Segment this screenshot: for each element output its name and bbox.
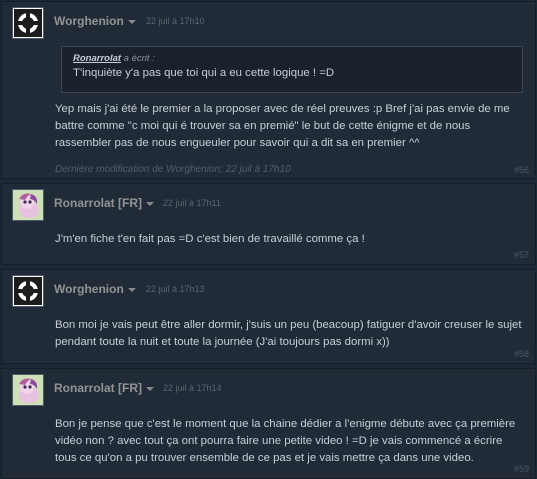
post-body: Yep mais j'ai été le premier a la propos… — [55, 103, 510, 149]
forum-post: Ronarrolat [FR] 22 juil à 17h14 Bon je p… — [1, 368, 536, 479]
pony-avatar-icon — [13, 375, 43, 405]
quote-text: T'inquiète y'a pas que toi qui a eu cett… — [73, 67, 335, 79]
post-timestamp: 22 juil à 17h11 — [163, 198, 221, 208]
post-body: Bon je pense que c'est le moment que la … — [55, 418, 516, 464]
post-body: J'm'en fiche t'en fait pas =D c'est bien… — [55, 233, 365, 245]
quote-author[interactable]: Ronarrolat — [73, 53, 121, 64]
author-name[interactable]: Worghenion — [54, 282, 124, 296]
edit-notice: Dernière modification de Worghenion; 22 … — [55, 164, 291, 175]
post-author[interactable]: Ronarrolat [FR] — [54, 381, 154, 395]
quote-block: Ronarrolat a écrit : T'inquiète y'a pas … — [61, 46, 523, 93]
post-body: Bon moi je vais peut être aller dormir, … — [55, 319, 522, 348]
author-name[interactable]: Ronarrolat [FR] — [54, 381, 142, 395]
chevron-down-icon[interactable] — [146, 386, 154, 391]
author-name[interactable]: Ronarrolat [FR] — [54, 196, 142, 210]
quote-suffix: a écrit : — [121, 53, 155, 64]
forum-post: Worghenion 22 juil à 17h10 Ronarrolat a … — [1, 1, 536, 179]
post-timestamp: 22 juil à 17h13 — [146, 284, 205, 294]
quote-header: Ronarrolat a écrit : — [73, 52, 511, 65]
post-timestamp: 22 juil à 17h14 — [163, 383, 222, 393]
companion-cube-icon — [14, 277, 42, 305]
companion-cube-icon — [14, 9, 42, 37]
avatar[interactable] — [12, 7, 44, 39]
forum-post: Ronarrolat [FR] 22 juil à 17h11 J'm'en f… — [1, 183, 536, 265]
avatar[interactable] — [12, 275, 44, 307]
post-number[interactable]: #56 — [514, 165, 529, 175]
post-author[interactable]: Worghenion — [54, 282, 136, 296]
post-number[interactable]: #59 — [514, 464, 529, 474]
pony-avatar-icon — [13, 190, 43, 220]
post-author[interactable]: Ronarrolat [FR] — [54, 196, 154, 210]
author-name[interactable]: Worghenion — [54, 14, 124, 28]
avatar[interactable] — [12, 374, 44, 406]
forum-post: Worghenion 22 juil à 17h13 Bon moi je va… — [1, 269, 536, 364]
post-number[interactable]: #58 — [514, 349, 529, 359]
chevron-down-icon[interactable] — [127, 287, 136, 292]
chevron-down-icon[interactable] — [127, 19, 136, 24]
post-author[interactable]: Worghenion — [54, 14, 136, 28]
post-timestamp: 22 juil à 17h10 — [146, 16, 205, 26]
chevron-down-icon[interactable] — [146, 201, 154, 206]
post-number[interactable]: #57 — [514, 250, 529, 260]
avatar[interactable] — [12, 189, 44, 221]
